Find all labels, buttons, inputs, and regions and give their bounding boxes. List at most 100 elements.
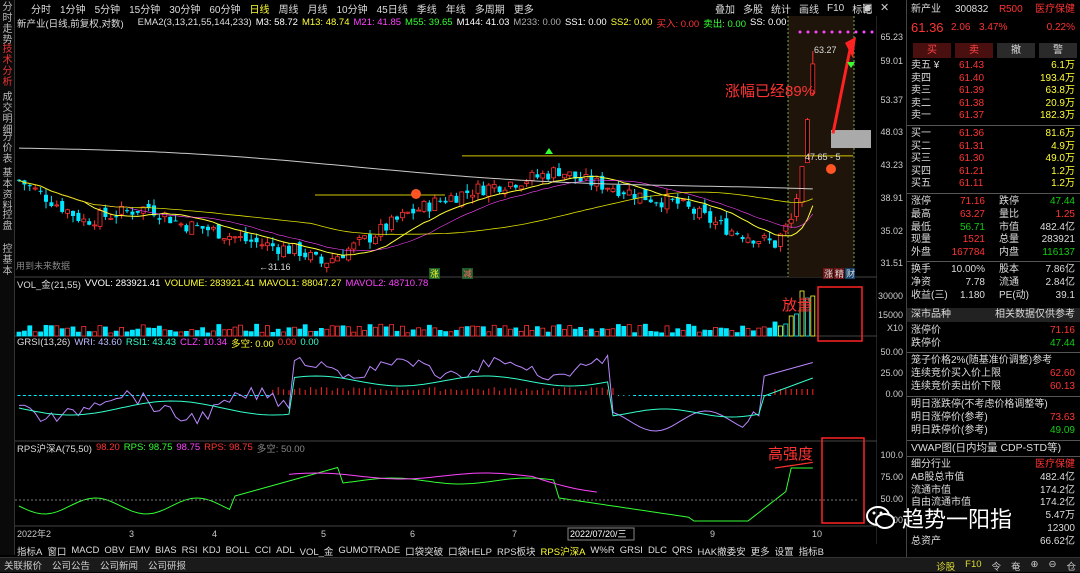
grsi-tick: 0.00 — [885, 389, 903, 399]
indicator-title[interactable]: GRSI(13,26) — [17, 337, 70, 348]
status-link-2[interactable]: 公司新闻 — [100, 558, 138, 572]
candle-body — [546, 173, 551, 180]
period-13[interactable]: 多周期 — [475, 1, 505, 16]
period-6[interactable]: 日线 — [250, 1, 270, 16]
indicator-tab-6[interactable]: RSI — [182, 545, 198, 556]
quote-cell: 71.16 — [1049, 325, 1075, 336]
indicator-tab-9[interactable]: CCI — [255, 545, 271, 556]
status-link-1[interactable]: 公司公告 — [52, 558, 90, 572]
period-0[interactable]: 分时 — [31, 1, 51, 16]
toolbar-item-3[interactable]: 画线 — [799, 1, 819, 16]
left-tab-1[interactable]: 技术分析 — [1, 44, 14, 88]
indicator-title[interactable]: VOL_金(21,55) — [17, 277, 81, 291]
left-tab-2[interactable]: 成交明细 — [1, 92, 14, 136]
left-tab-4[interactable]: 基本资料 — [1, 168, 14, 212]
status-right-item[interactable]: 仓 — [1066, 559, 1076, 573]
indicator-tab-7[interactable]: KDJ — [203, 545, 221, 556]
period-7[interactable]: 周线 — [279, 1, 299, 16]
indicator-tab-14[interactable]: 口袋HELP — [448, 544, 492, 558]
candle-body — [227, 236, 233, 240]
candle-body — [626, 189, 632, 196]
indicator-value: RSI1: 43.43 — [125, 337, 177, 348]
volume-bar — [54, 325, 60, 337]
period-9[interactable]: 10分钟 — [337, 1, 368, 16]
indicator-tab-13[interactable]: 口袋突破 — [405, 544, 443, 558]
left-tab-5[interactable]: 控盘 — [1, 210, 14, 232]
indicator-tab-21[interactable]: HAK撤委安 — [698, 544, 746, 558]
stat-row: 换手 10.00% 股本 7.86亿 — [907, 264, 1080, 276]
period-2[interactable]: 5分钟 — [95, 1, 121, 16]
period-5[interactable]: 60分钟 — [209, 1, 240, 16]
candle-body — [60, 201, 65, 212]
indicator-tab-20[interactable]: QRS — [672, 545, 693, 556]
status-right-item[interactable]: 奄 — [1011, 559, 1021, 573]
toolbar-item-2[interactable]: 统计 — [771, 1, 791, 16]
tomorrow-row: 明日涨停价(参考) 73.63 — [907, 412, 1080, 424]
left-tab-0[interactable]: 分时走势 — [1, 2, 14, 46]
period-1[interactable]: 1分钟 — [60, 1, 86, 16]
indicator-tab-8[interactable]: BOLL — [225, 545, 249, 556]
cancel-button[interactable]: 撤 — [997, 43, 1035, 58]
indicator-tab-0[interactable]: 指标A — [17, 544, 42, 558]
left-tab-3[interactable]: 分价表 — [1, 132, 14, 165]
status-right-item[interactable]: ⊖ — [1049, 559, 1057, 573]
status-right-item[interactable]: ⊕ — [1031, 559, 1039, 573]
buy-button[interactable]: 买 — [913, 43, 951, 58]
indicator-tab-3[interactable]: OBV — [104, 545, 124, 556]
status-right-item[interactable]: 令 — [992, 559, 1002, 573]
indicator-tab-18[interactable]: GRSI — [620, 545, 643, 556]
collapse-icon[interactable]: ▣ — [862, 1, 872, 14]
candle-body — [372, 236, 378, 245]
candle-body — [27, 185, 32, 187]
status-right-item[interactable]: 诊股 — [936, 559, 955, 573]
indicator-title[interactable]: RPS沪深A(75,50) — [17, 441, 92, 455]
close-icon[interactable]: ✕ — [880, 1, 889, 14]
indicator-tab-15[interactable]: RPS板块 — [497, 544, 536, 558]
volume-bar — [443, 331, 449, 337]
candle-body — [195, 225, 200, 227]
alert-button[interactable]: 警 — [1039, 43, 1077, 58]
indicator-tab-23[interactable]: 设置 — [775, 544, 794, 558]
indicator-tab-5[interactable]: BIAS — [155, 545, 177, 556]
indicator-tab-4[interactable]: EMV — [129, 545, 150, 556]
quote-cell: 63.8万 — [1045, 85, 1075, 97]
toolbar-item-1[interactable]: 多股 — [743, 1, 763, 16]
period-11[interactable]: 季线 — [417, 1, 437, 16]
candle-body — [648, 199, 653, 203]
toolbar-item-4[interactable]: F10 — [827, 3, 844, 14]
indicator-tab-17[interactable]: W%R — [590, 545, 614, 556]
period-8[interactable]: 月线 — [308, 1, 328, 16]
status-link-0[interactable]: 关联报价 — [4, 558, 42, 572]
quote-cell: 10.00% — [951, 264, 985, 275]
indicator-tab-1[interactable]: 窗口 — [47, 544, 66, 558]
quote-cell: 20.9万 — [1045, 97, 1075, 109]
indicator-tab-16[interactable]: RPS沪深A — [541, 544, 586, 558]
candle-body — [594, 177, 600, 187]
indicator-value: 多空: 50.00 — [256, 443, 305, 455]
sell-button[interactable]: 卖 — [955, 43, 993, 58]
period-10[interactable]: 45日线 — [377, 1, 408, 16]
period-4[interactable]: 30分钟 — [169, 1, 200, 16]
period-3[interactable]: 15分钟 — [129, 1, 160, 16]
toolbar-item-0[interactable]: 叠加 — [715, 1, 735, 16]
indicator-tab-22[interactable]: 更多 — [751, 544, 770, 558]
status-link-3[interactable]: 公司研报 — [148, 558, 186, 572]
indicator-tab-12[interactable]: GUMOTRADE — [338, 545, 400, 556]
indicator-tab-11[interactable]: VOL_金 — [300, 544, 334, 558]
left-tab-6[interactable]: 控基本 — [1, 244, 14, 277]
period-12[interactable]: 年线 — [446, 1, 466, 16]
candle-body — [168, 216, 173, 224]
indicator-value: CLZ: 10.34 — [180, 337, 228, 348]
candle-body — [438, 200, 443, 202]
period-14[interactable]: 更多 — [514, 1, 534, 16]
quote-cell: 1.180 — [959, 289, 985, 301]
status-right-item[interactable]: F10 — [965, 559, 981, 573]
volume-bar — [686, 324, 691, 337]
indicator-tab-19[interactable]: DLC — [648, 545, 667, 556]
quote-cell: 市值 — [999, 221, 1019, 233]
rps-indicator-bar: RPS沪深A(75,50) 98.20 RPS: 98.75 98.75 RPS: 98… — [15, 441, 305, 455]
indicator-name[interactable]: EMA2(3,13,21,55,144,233) — [138, 17, 252, 28]
indicator-tab-2[interactable]: MACD — [71, 545, 99, 556]
indicator-tab-10[interactable]: ADL — [276, 545, 294, 556]
indicator-tab-24[interactable]: 指标B — [799, 544, 824, 558]
